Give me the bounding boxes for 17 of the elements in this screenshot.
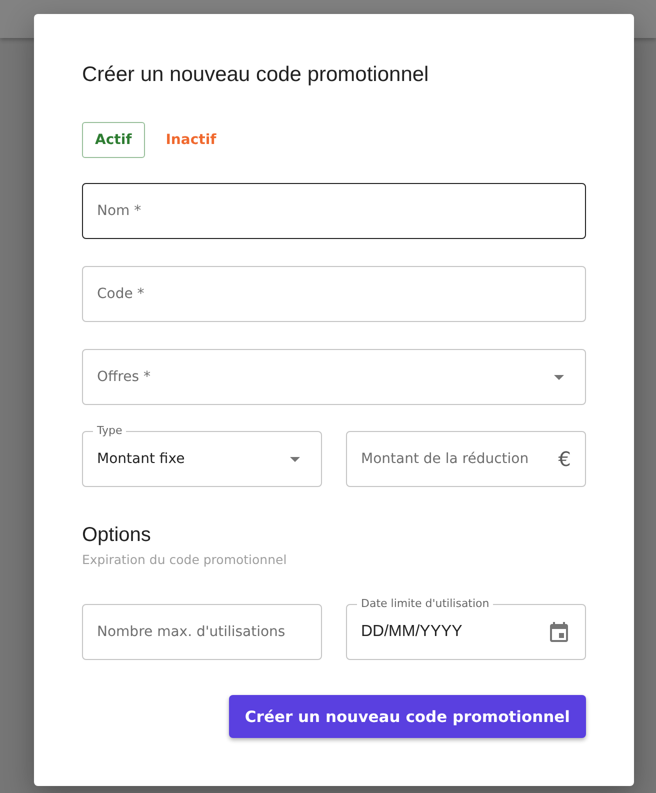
- section-heading: Options: [82, 523, 152, 548]
- caret-icon: [290, 456, 300, 462]
- amount-field[interactable]: Montant de la réduction €: [346, 431, 586, 487]
- status-option[interactable]: Actif: [82, 122, 145, 158]
- dropdown-field[interactable]: Type Montant fixe: [82, 424, 322, 487]
- currency-symbol: €: [558, 447, 571, 471]
- calendar-icon[interactable]: [550, 622, 568, 642]
- status-option[interactable]: Inactif: [152, 122, 230, 158]
- section-subtitle: Expiration du code promotionnel: [82, 551, 288, 569]
- date-field[interactable]: Date limite d'utilisation DD/MM/YYYY: [346, 597, 586, 660]
- input-field[interactable]: Nom *: [82, 183, 586, 239]
- dialog-title: Créer un nouveau code promotionnel: [82, 62, 430, 88]
- caret-icon: [554, 374, 564, 380]
- create-button[interactable]: Créer un nouveau code promotionnel: [228, 695, 586, 738]
- input-field[interactable]: Code *: [82, 266, 586, 322]
- input-field[interactable]: Nombre max. d'utilisations: [82, 604, 322, 660]
- dropdown-field[interactable]: Offres *: [82, 349, 586, 405]
